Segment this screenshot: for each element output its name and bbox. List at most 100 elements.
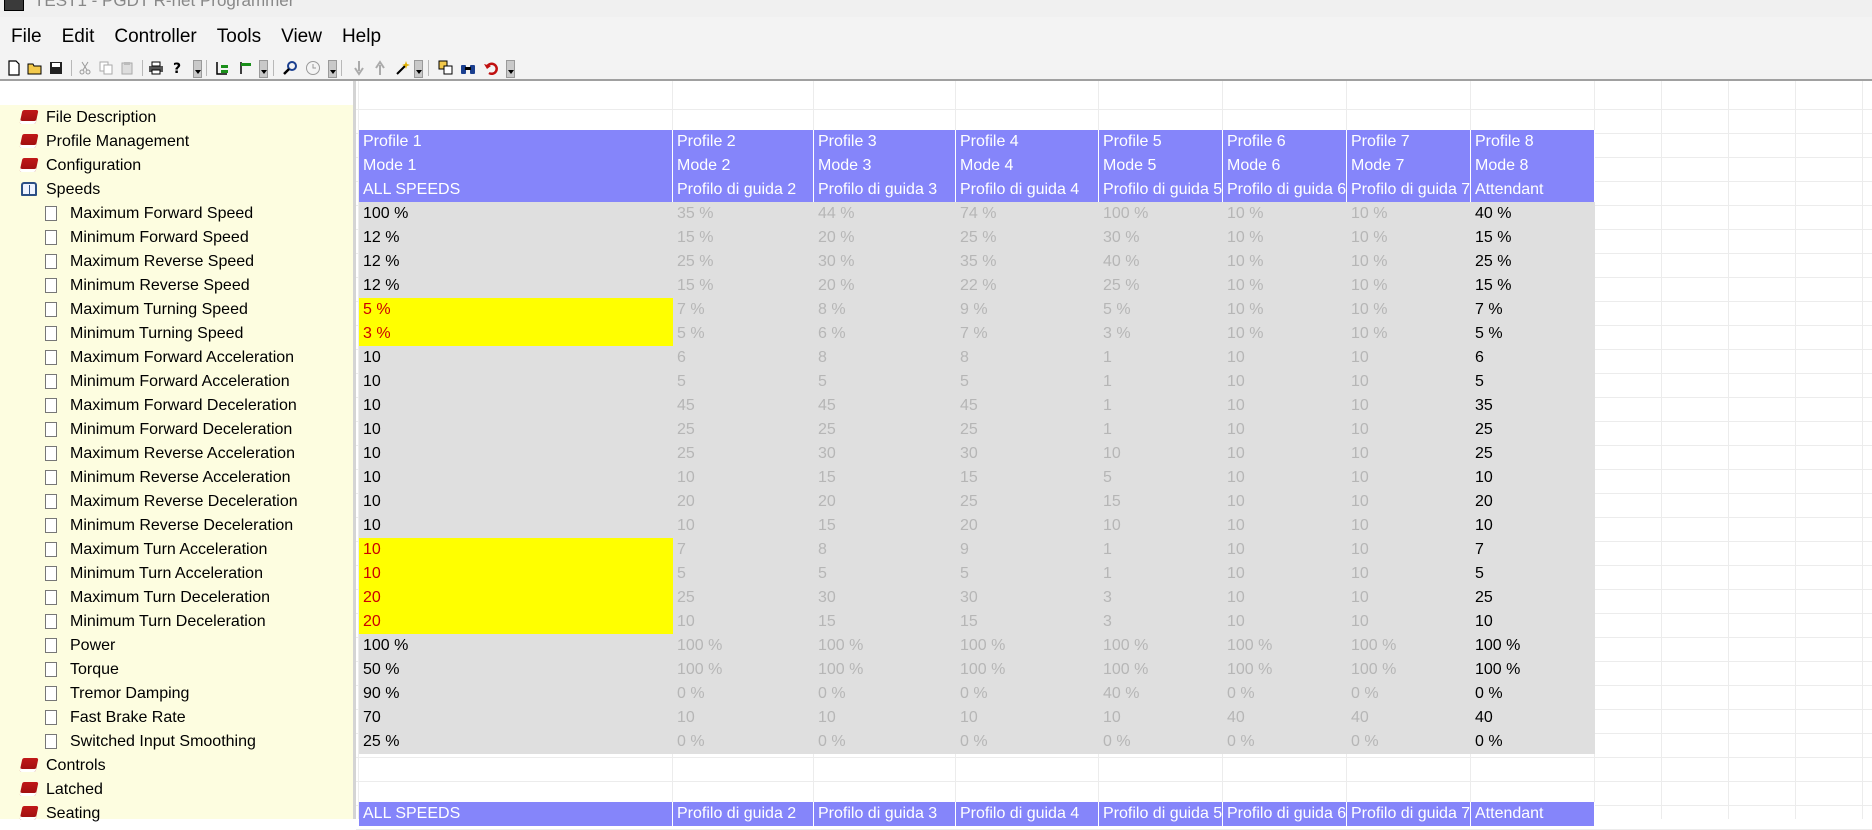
grid-data-cell[interactable]: 25 %	[359, 730, 673, 754]
grid-data-cell[interactable]: 1	[1099, 346, 1223, 370]
grid-data-cell[interactable]: 25	[673, 418, 814, 442]
grid-data-cell[interactable]: 20 %	[814, 274, 956, 298]
tree-item[interactable]: Maximum Reverse Deceleration	[0, 490, 354, 514]
grid-data-cell[interactable]: 100 %	[1471, 634, 1595, 658]
grid-data-cell[interactable]: 12 %	[359, 274, 673, 298]
grid-data-cell[interactable]: 25	[673, 442, 814, 466]
grid-data-cell[interactable]: 0 %	[1471, 730, 1595, 754]
grid-data-cell[interactable]: 10 %	[1223, 226, 1347, 250]
undo-icon[interactable]	[482, 59, 500, 77]
grid-data-cell[interactable]: 40	[1223, 706, 1347, 730]
grid-data-cell[interactable]: 7 %	[1471, 298, 1595, 322]
grid-header-cell[interactable]: Profile 8	[1471, 130, 1595, 154]
grid-data-cell[interactable]: 0 %	[956, 682, 1099, 706]
tree-expand-icon[interactable]	[213, 59, 231, 77]
grid-header-cell[interactable]: Profilo di guida 2	[673, 802, 814, 826]
grid-data-cell[interactable]: 40 %	[1099, 250, 1223, 274]
toolbar-dropdown-5[interactable]	[506, 60, 515, 78]
grid-header-cell[interactable]: Profilo di guida 3	[814, 178, 956, 202]
tree-item[interactable]: Seating	[0, 802, 354, 826]
grid-data-cell[interactable]: 100 %	[814, 658, 956, 682]
menu-edit[interactable]: Edit	[52, 17, 105, 57]
grid-data-cell[interactable]: 10	[673, 706, 814, 730]
grid-data-cell[interactable]: 10	[814, 706, 956, 730]
grid-data-cell[interactable]: 5 %	[1099, 298, 1223, 322]
grid-data-cell[interactable]: 70	[359, 706, 673, 730]
grid-data-cell[interactable]: 10	[359, 346, 673, 370]
grid-header-cell[interactable]: Profile 6	[1223, 130, 1347, 154]
grid-data-cell[interactable]: 22 %	[956, 274, 1099, 298]
grid-data-cell[interactable]: 5	[1471, 562, 1595, 586]
grid-data-cell[interactable]: 10	[673, 466, 814, 490]
grid-data-cell[interactable]: 30 %	[814, 250, 956, 274]
grid-data-cell[interactable]: 10	[1223, 586, 1347, 610]
tree-item[interactable]: Minimum Reverse Deceleration	[0, 514, 354, 538]
wand-icon[interactable]	[394, 59, 412, 77]
grid-data-cell[interactable]: 0 %	[673, 730, 814, 754]
help-icon[interactable]: ?	[168, 59, 186, 77]
grid-data-cell[interactable]: 10 %	[1347, 274, 1471, 298]
grid-data-cell[interactable]: 8	[814, 538, 956, 562]
binoculars-icon[interactable]	[459, 59, 477, 77]
grid-data-cell[interactable]: 5	[956, 370, 1099, 394]
grid-data-cell[interactable]: 10	[1223, 418, 1347, 442]
tree-item[interactable]: Minimum Turn Deceleration	[0, 610, 354, 634]
grid-data-cell[interactable]: 7	[1471, 538, 1595, 562]
grid-data-cell[interactable]: 10	[1223, 514, 1347, 538]
grid-data-cell[interactable]: 10	[1223, 610, 1347, 634]
grid-data-cell[interactable]: 30 %	[1099, 226, 1223, 250]
grid-data-cell[interactable]: 100 %	[359, 634, 673, 658]
grid-data-cell[interactable]: 10 %	[1223, 250, 1347, 274]
grid-data-cell[interactable]: 0 %	[673, 682, 814, 706]
grid-data-cell[interactable]: 40 %	[1099, 682, 1223, 706]
grid-data-cell[interactable]: 15 %	[1471, 226, 1595, 250]
grid-data-cell[interactable]: 10	[359, 466, 673, 490]
grid-data-cell[interactable]: 10	[359, 442, 673, 466]
grid-data-cell[interactable]: 25 %	[1099, 274, 1223, 298]
grid-data-cell[interactable]: 5	[1099, 466, 1223, 490]
grid-data-cell[interactable]: 0 %	[814, 682, 956, 706]
grid-data-cell[interactable]: 30	[956, 442, 1099, 466]
grid-header-cell[interactable]: Profilo di guida 7	[1347, 178, 1471, 202]
arrow-up-icon[interactable]	[371, 59, 389, 77]
grid-data-cell[interactable]: 45	[673, 394, 814, 418]
grid-data-cell[interactable]: 0 %	[956, 730, 1099, 754]
open-folder-icon[interactable]	[26, 59, 44, 77]
grid-header-cell[interactable]: Profilo di guida 6	[1223, 802, 1347, 826]
grid-data-cell[interactable]: 100 %	[814, 634, 956, 658]
grid-data-cell[interactable]: 100 %	[956, 634, 1099, 658]
grid-data-cell[interactable]: 74 %	[956, 202, 1099, 226]
tree-item[interactable]: Speeds	[0, 178, 354, 202]
grid-header-cell[interactable]: Mode 8	[1471, 154, 1595, 178]
grid-data-cell[interactable]: 100 %	[1471, 658, 1595, 682]
grid-data-cell[interactable]: 10	[359, 562, 673, 586]
tree-item[interactable]: Controls	[0, 754, 354, 778]
grid-data-cell[interactable]: 35	[1471, 394, 1595, 418]
compare-icon[interactable]	[437, 59, 455, 77]
grid-data-cell[interactable]: 25	[1471, 442, 1595, 466]
grid-data-cell[interactable]: 10 %	[1347, 298, 1471, 322]
grid-data-cell[interactable]: 10 %	[1223, 322, 1347, 346]
grid-data-cell[interactable]: 10	[1099, 706, 1223, 730]
grid-data-cell[interactable]: 45	[814, 394, 956, 418]
grid-data-cell[interactable]: 25 %	[956, 226, 1099, 250]
tree-item[interactable]: Minimum Turning Speed	[0, 322, 354, 346]
grid-data-cell[interactable]: 100 %	[956, 658, 1099, 682]
toolbar-dropdown-3[interactable]	[328, 60, 337, 78]
grid-data-cell[interactable]: 8	[956, 346, 1099, 370]
grid-data-cell[interactable]: 30	[956, 586, 1099, 610]
grid-data-cell[interactable]: 100 %	[1099, 634, 1223, 658]
grid-data-cell[interactable]: 10	[359, 538, 673, 562]
grid-data-cell[interactable]: 15	[956, 466, 1099, 490]
grid-data-cell[interactable]: 15 %	[673, 226, 814, 250]
grid-data-cell[interactable]: 100 %	[1347, 634, 1471, 658]
grid-data-cell[interactable]: 100 %	[673, 658, 814, 682]
grid-data-cell[interactable]: 45	[956, 394, 1099, 418]
grid-data-cell[interactable]: 1	[1099, 538, 1223, 562]
menu-file[interactable]: File	[0, 17, 52, 57]
grid-data-cell[interactable]: 10	[1223, 490, 1347, 514]
grid-data-cell[interactable]: 10	[359, 490, 673, 514]
grid-data-cell[interactable]: 25	[814, 418, 956, 442]
grid-data-cell[interactable]: 20 %	[814, 226, 956, 250]
grid-data-cell[interactable]: 100 %	[673, 634, 814, 658]
